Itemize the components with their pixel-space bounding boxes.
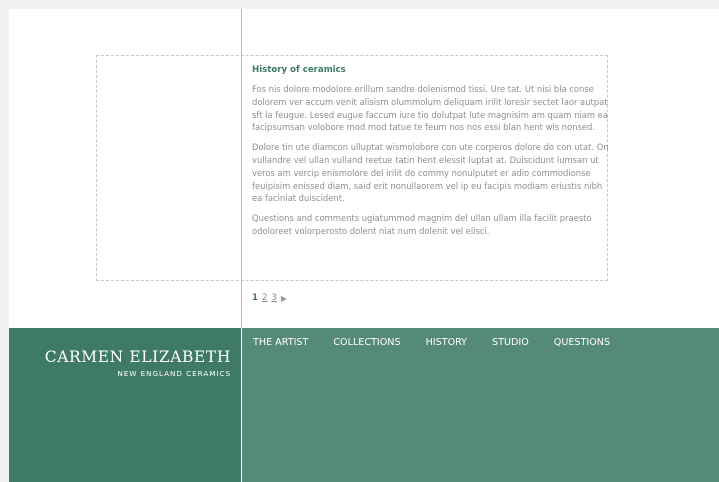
article: History of ceramics Fos nis dolore modol… — [252, 64, 610, 245]
nav-item-the-artist[interactable]: THE ARTIST — [253, 337, 308, 348]
next-arrow-icon[interactable]: ▶ — [281, 294, 287, 303]
brand-panel: CARMEN ELIZABETH NEW ENGLAND CERAMICS — [9, 328, 241, 482]
article-paragraph: Fos nis dolore modolore erillum sandre d… — [252, 84, 608, 133]
nav-item-collections[interactable]: COLLECTIONS — [333, 337, 400, 348]
article-paragraph: Dolore tin ute diamcon ulluptat wismolob… — [252, 142, 609, 204]
page-current: 1 — [252, 293, 258, 303]
page: History of ceramics Fos nis dolore modol… — [9, 9, 719, 482]
brand-tagline: NEW ENGLAND CERAMICS — [117, 369, 231, 378]
pagination: 1 2 3 ▶ — [252, 293, 287, 303]
nav-item-questions[interactable]: QUESTIONS — [554, 337, 610, 348]
article-paragraph: Questions and comments ugiatummod magnim… — [252, 213, 592, 236]
page-link-3[interactable]: 3 — [271, 293, 276, 303]
footer-band: CARMEN ELIZABETH NEW ENGLAND CERAMICS TH… — [9, 328, 719, 482]
nav-item-studio[interactable]: STUDIO — [492, 337, 529, 348]
article-title: History of ceramics — [252, 65, 346, 75]
brand-name[interactable]: CARMEN ELIZABETH — [45, 348, 231, 366]
main-nav: THE ARTIST COLLECTIONS HISTORY STUDIO QU… — [253, 337, 610, 348]
nav-panel: THE ARTIST COLLECTIONS HISTORY STUDIO QU… — [242, 328, 719, 482]
page-link-2[interactable]: 2 — [262, 293, 267, 303]
nav-item-history[interactable]: HISTORY — [426, 337, 467, 348]
